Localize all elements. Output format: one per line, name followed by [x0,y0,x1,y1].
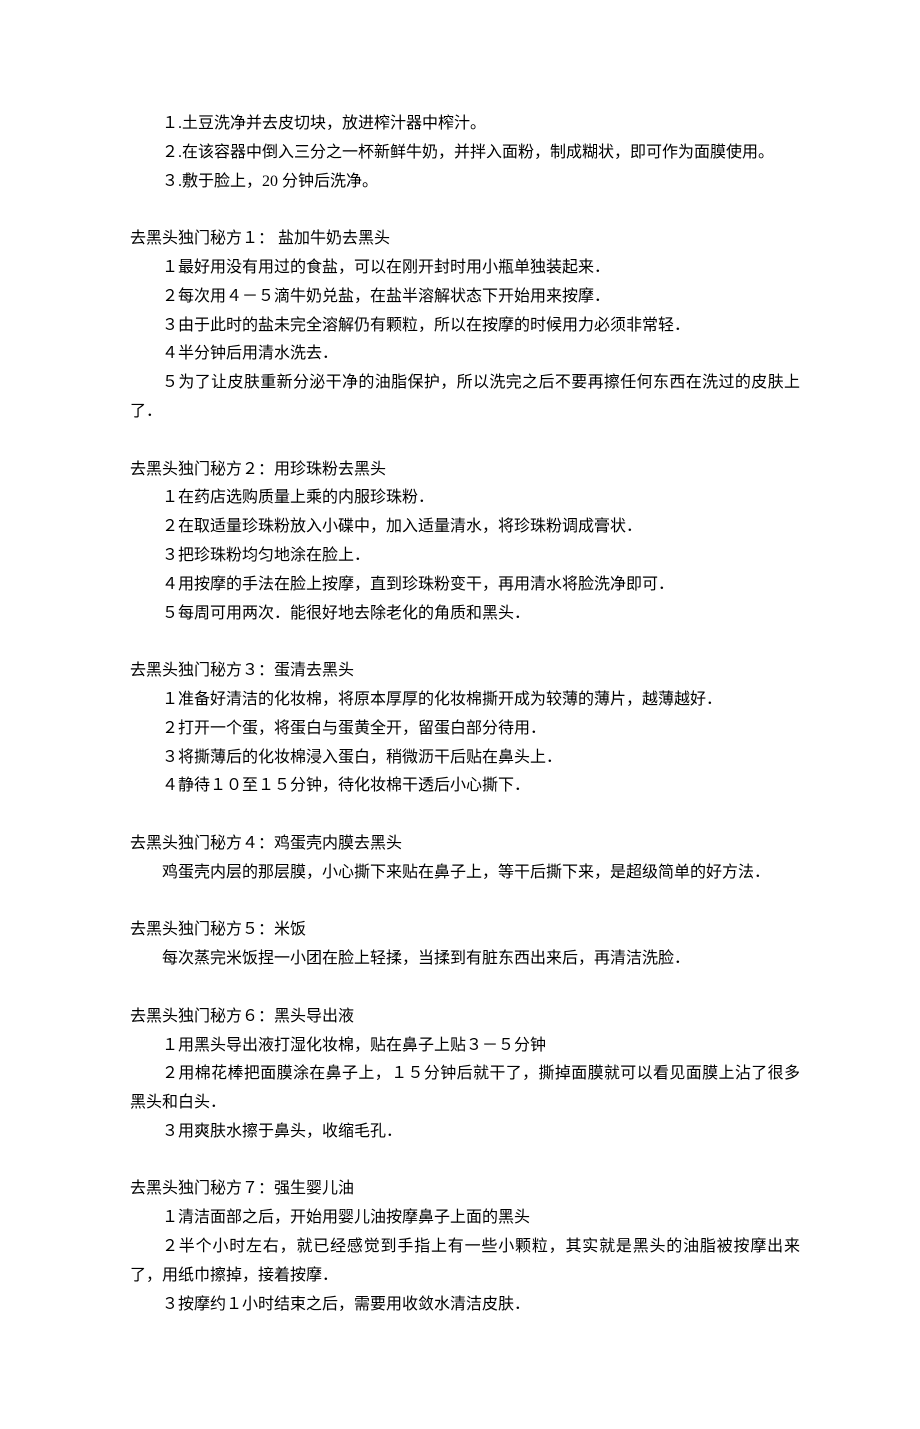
section-line: １用黑头导出液打湿化妆棉，贴在鼻子上贴３－５分钟 [130,1032,800,1061]
blank-line [130,196,800,225]
section-title: 去黑头独门秘方３：蛋清去黑头 [130,657,800,686]
section-title: 去黑头独门秘方６：黑头导出液 [130,1003,800,1032]
section-line: ３由于此时的盐未完全溶解仍有颗粒，所以在按摩的时候用力必须非常轻． [130,312,800,341]
section-title: 去黑头独门秘方１： 盐加牛奶去黑头 [130,225,800,254]
section-title: 去黑头独门秘方５：米饭 [130,916,800,945]
blank-line [130,888,800,917]
blank-line [130,427,800,456]
section-line: 每次蒸完米饭捏一小团在脸上轻揉，当揉到有脏东西出来后，再清洁洗脸． [130,945,800,974]
section-line: ２在取适量珍珠粉放入小碟中，加入适量清水，将珍珠粉调成膏状． [130,513,800,542]
document-page: １.土豆洗净并去皮切块，放进榨汁器中榨汁。 ２.在该容器中倒入三分之一杯新鲜牛奶… [0,0,920,1429]
section-line: ２半个小时左右，就已经感觉到手指上有一些小颗粒，其实就是黑头的油脂被按摩出来了，… [130,1233,800,1291]
section-line: ４半分钟后用清水洗去． [130,340,800,369]
section-line: １在药店选购质量上乘的内服珍珠粉． [130,484,800,513]
intro-line: １.土豆洗净并去皮切块，放进榨汁器中榨汁。 [130,110,800,139]
section-line: 鸡蛋壳内层的那层膜，小心撕下来贴在鼻子上，等干后撕下来，是超级简单的好方法． [130,859,800,888]
blank-line [130,801,800,830]
blank-line [130,974,800,1003]
section-line: １准备好清洁的化妆棉，将原本厚厚的化妆棉撕开成为较薄的薄片，越薄越好． [130,686,800,715]
section-line: １清洁面部之后，开始用婴儿油按摩鼻子上面的黑头 [130,1204,800,1233]
section-line: ３用爽肤水擦于鼻头，收缩毛孔． [130,1118,800,1147]
blank-line [130,1147,800,1176]
section-title: 去黑头独门秘方７：强生婴儿油 [130,1175,800,1204]
section-line: ２每次用４－５滴牛奶兑盐，在盐半溶解状态下开始用来按摩． [130,283,800,312]
section-line: ２打开一个蛋，将蛋白与蛋黄全开，留蛋白部分待用． [130,715,800,744]
intro-line: ２.在该容器中倒入三分之一杯新鲜牛奶，并拌入面粉，制成糊状，即可作为面膜使用。 [130,139,800,168]
section-line: ５为了让皮肤重新分泌干净的油脂保护，所以洗完之后不要再擦任何东西在洗过的皮肤上了… [130,369,800,427]
section-line: ３把珍珠粉均匀地涂在脸上． [130,542,800,571]
section-line: １最好用没有用过的食盐，可以在刚开封时用小瓶单独装起来． [130,254,800,283]
section-title: 去黑头独门秘方２：用珍珠粉去黑头 [130,456,800,485]
section-line: ２用棉花棒把面膜涂在鼻子上，１５分钟后就干了，撕掉面膜就可以看见面膜上沾了很多黑… [130,1060,800,1118]
blank-line [130,628,800,657]
section-line: ４用按摩的手法在脸上按摩，直到珍珠粉变干，再用清水将脸洗净即可． [130,571,800,600]
section-line: ３按摩约１小时结束之后，需要用收敛水清洁皮肤． [130,1291,800,1320]
section-line: ３将撕薄后的化妆棉浸入蛋白，稍微沥干后贴在鼻头上． [130,744,800,773]
section-line: ４静待１０至１５分钟，待化妆棉干透后小心撕下． [130,772,800,801]
section-title: 去黑头独门秘方４：鸡蛋壳内膜去黑头 [130,830,800,859]
intro-line: ３.敷于脸上，20 分钟后洗净。 [130,168,800,197]
section-line: ５每周可用两次．能很好地去除老化的角质和黑头． [130,600,800,629]
